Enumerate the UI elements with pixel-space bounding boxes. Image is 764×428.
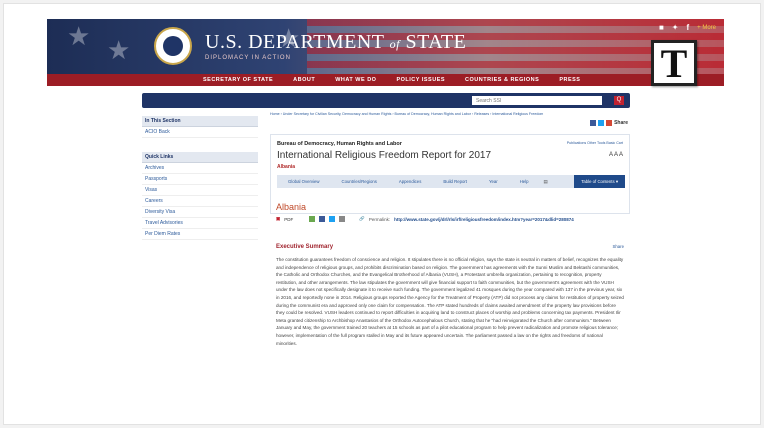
summary-paragraph: The constitution guarantees freedom of c… <box>276 257 624 346</box>
pdf-link[interactable]: PDF <box>284 217 293 222</box>
permalink-url[interactable]: http://www.state.gov/j/drl/rls/irf/relig… <box>394 217 574 222</box>
tab-global-overview[interactable]: Global Overview <box>277 179 331 184</box>
section-header: In This Section <box>142 116 258 127</box>
link-icon: 🔗 <box>359 216 365 221</box>
quick-link-visas[interactable]: Visas <box>142 185 258 196</box>
twitter-share-icon[interactable] <box>598 120 605 126</box>
breadcrumb[interactable]: Home › Under Secretary for Civilian Secu… <box>270 112 630 116</box>
email-icon[interactable] <box>339 216 346 222</box>
social-links: ■ ✦ f + More <box>659 23 716 32</box>
quick-link-travel-advisories[interactable]: Travel Advisories <box>142 218 258 229</box>
twitter-icon[interactable] <box>329 216 336 222</box>
site-brand[interactable]: U.S. DEPARTMENT of STATE <box>205 31 466 54</box>
main-nav: SECRETARY OF STATE ABOUT WHAT WE DO POLI… <box>47 74 724 86</box>
t-watermark-logo: T <box>651 40 697 86</box>
tab-appendices[interactable]: Appendices <box>388 179 432 184</box>
back-link[interactable]: ACIO Back <box>142 127 258 138</box>
site-tagline: DIPLOMACY IN ACTION <box>205 55 291 61</box>
search-button[interactable]: Q <box>614 96 624 105</box>
search-bar: Q <box>142 93 630 108</box>
share-icons: Share <box>590 120 628 126</box>
share-link[interactable]: Share <box>613 244 624 249</box>
site-banner: ★ ★ ★ U.S. DEPARTMENT of STATE DIPLOMACY… <box>47 19 724 74</box>
publication-links[interactable]: Publications Other Tools Basic Cart <box>567 141 623 145</box>
country-subtitle: Albania <box>277 164 296 170</box>
nav-press[interactable]: PRESS <box>549 77 590 83</box>
tab-build-report[interactable]: Build Report <box>432 179 478 184</box>
quick-link-diversity-visa[interactable]: Diversity Visa <box>142 207 258 218</box>
twitter-icon[interactable]: ✦ <box>672 23 679 32</box>
star-icon: ★ <box>107 35 131 65</box>
print-icon[interactable] <box>309 216 316 222</box>
share-label[interactable]: Share <box>614 120 628 126</box>
table-of-contents-button[interactable]: Table of Contents ▾ <box>574 175 625 188</box>
report-title: International Religious Freedom Report f… <box>277 150 492 161</box>
summary-text: The constitution guarantees freedom of c… <box>276 256 624 347</box>
search-input[interactable] <box>472 96 602 105</box>
country-heading: Albania <box>276 202 307 212</box>
nav-about[interactable]: ABOUT <box>283 77 325 83</box>
printer-icon[interactable]: ▤ <box>540 179 552 185</box>
tab-help[interactable]: Help <box>509 179 540 184</box>
left-sidebar: In This Section ACIO Back Quick Links Ar… <box>142 116 258 240</box>
nav-policy-issues[interactable]: POLICY ISSUES <box>386 77 455 83</box>
main-content: Home › Under Secretary for Civilian Secu… <box>270 112 630 346</box>
tool-row: ▣ PDF 🔗 Permalink: http://www.state.gov/… <box>276 216 574 222</box>
nav-secretary[interactable]: SECRETARY OF STATE <box>193 77 283 83</box>
facebook-icon[interactable] <box>319 216 326 222</box>
facebook-share-icon[interactable] <box>590 120 597 126</box>
star-icon: ★ <box>67 21 91 51</box>
pdf-icon[interactable]: ▣ <box>276 216 280 222</box>
email-share-icon[interactable] <box>606 120 613 126</box>
nav-what-we-do[interactable]: WHAT WE DO <box>325 77 386 83</box>
quick-links-header: Quick Links <box>142 152 258 163</box>
bureau-title: Bureau of Democracy, Human Rights and La… <box>277 141 402 147</box>
quick-link-careers[interactable]: Careers <box>142 196 258 207</box>
nav-countries-regions[interactable]: COUNTRIES & REGIONS <box>455 77 549 83</box>
report-tabs: Global Overview Countries/Regions Append… <box>277 175 625 188</box>
quick-link-passports[interactable]: Passports <box>142 174 258 185</box>
state-seal-logo[interactable] <box>154 27 192 65</box>
permalink-label: Permalink: <box>368 216 391 222</box>
tab-countries-regions[interactable]: Countries/Regions <box>331 179 388 184</box>
more-link[interactable]: + More <box>697 25 716 31</box>
quick-link-per-diem[interactable]: Per Diem Rates <box>142 229 258 240</box>
report-header-card: Bureau of Democracy, Human Rights and La… <box>270 134 630 214</box>
tab-year[interactable]: Year <box>478 179 509 184</box>
font-size-toggle[interactable]: A A A <box>609 152 623 158</box>
facebook-icon[interactable]: f <box>686 23 689 32</box>
quick-link-archives[interactable]: Archives <box>142 163 258 174</box>
executive-summary-heading: Executive Summary <box>276 244 334 250</box>
video-icon[interactable]: ■ <box>659 23 664 32</box>
